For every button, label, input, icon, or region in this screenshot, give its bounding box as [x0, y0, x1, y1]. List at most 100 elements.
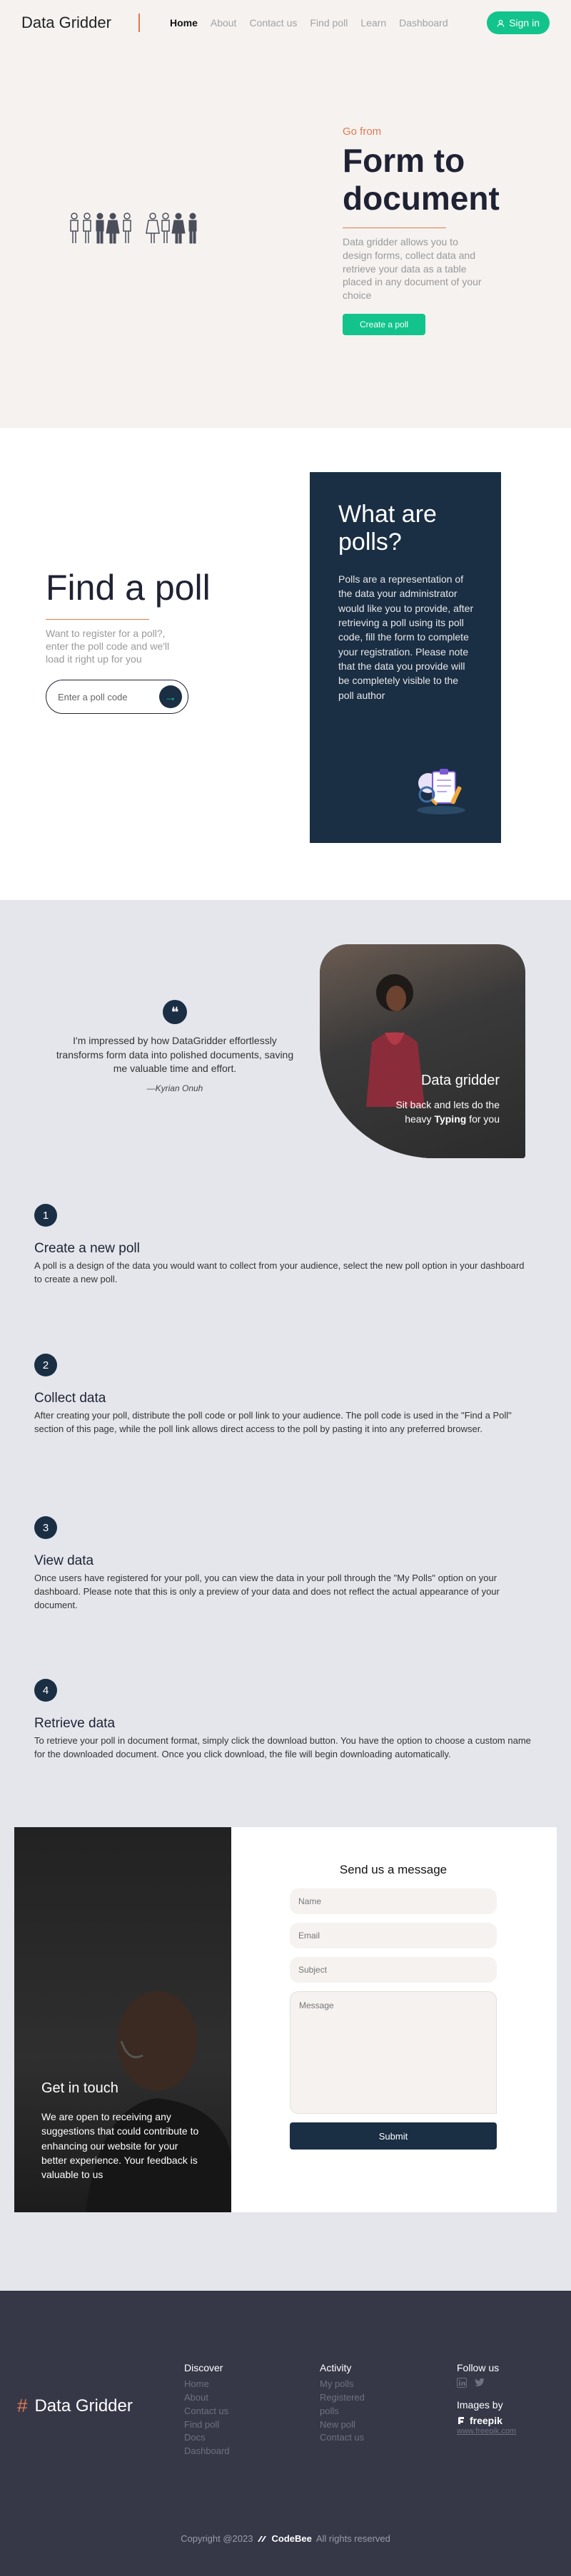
step-text: To retrieve your poll in document format… — [34, 1735, 531, 1759]
name-field[interactable]: Name — [290, 1888, 497, 1914]
message-field[interactable]: Message — [290, 1991, 497, 2114]
testimonial-author: —Kyrian Onuh — [146, 1083, 203, 1093]
user-icon — [497, 19, 505, 27]
contact-card: Get in touch We are open to receiving an… — [14, 1827, 557, 2212]
hash-logo-icon: # — [17, 2395, 28, 2416]
step-title: Collect data — [34, 1391, 106, 1406]
freepik-link[interactable]: www.freepik.com — [457, 2426, 516, 2438]
signin-label: Sign in — [509, 17, 540, 29]
subject-field[interactable]: Subject — [290, 1957, 497, 1983]
quote-icon: ❝ — [163, 1000, 187, 1024]
footer-link-registered-polls[interactable]: Registered polls — [320, 2391, 377, 2418]
footer-brand[interactable]: # Data Gridder — [17, 2395, 133, 2417]
footer-link-my-polls[interactable]: My polls — [320, 2378, 377, 2391]
navbar: Data Gridder Home About Contact us Find … — [0, 0, 571, 46]
arrow-right-icon[interactable]: → — [159, 685, 182, 709]
footer-discover: Discover Home About Contact us Find poll… — [184, 2362, 230, 2458]
contact-image-text: Get in touch We are open to receiving an… — [41, 2080, 206, 2182]
document-illustration-icon — [413, 766, 470, 821]
footer-activity: Activity My polls Registered polls New p… — [320, 2362, 377, 2445]
copyright: Copyright @2023 CodeBee All rights reser… — [0, 2533, 571, 2544]
form-title: Send us a message — [339, 1863, 448, 1876]
contact-image: Get in touch We are open to receiving an… — [14, 1827, 231, 2212]
nav-find-poll[interactable]: Find poll — [310, 17, 348, 29]
find-poll-description: Want to register for a poll?, enter the … — [46, 627, 170, 665]
nav-dashboard[interactable]: Dashboard — [399, 17, 448, 29]
step-text: After creating your poll, distribute the… — [34, 1410, 512, 1434]
data-gridder-photo-card: Data gridder Sit back and lets do the he… — [320, 944, 525, 1158]
nav-contact[interactable]: Contact us — [249, 17, 297, 29]
testimonial: ❝ I'm impressed by how DataGridder effor… — [50, 1000, 300, 1093]
step-number: 3 — [34, 1516, 57, 1539]
hero-title: Form to document — [343, 142, 500, 217]
contact-form: Send us a message Name Email Subject Mes… — [290, 1863, 497, 2150]
step-collect-data: 2 Collect data After creating your poll,… — [34, 1354, 534, 1436]
linkedin-icon[interactable] — [457, 2378, 467, 2388]
images-by-label: Images by — [457, 2399, 503, 2411]
follow-title: Follow us — [457, 2362, 500, 2373]
nav-learn[interactable]: Learn — [360, 17, 386, 29]
step-view-data: 3 View data Once users have registered f… — [34, 1516, 534, 1612]
twitter-icon[interactable] — [474, 2378, 485, 2388]
copyright-text: Copyright @2023 — [181, 2533, 253, 2544]
footer: # Data Gridder Discover Home About Conta… — [0, 2291, 571, 2576]
find-poll-panel: Find a poll Want to register for a poll?… — [46, 568, 217, 715]
step-title: View data — [34, 1553, 94, 1568]
rights-text: All rights reserved — [315, 2533, 390, 2544]
find-poll-section: Find a poll Want to register for a poll?… — [0, 428, 571, 900]
poll-code-input[interactable]: Enter a poll code → — [46, 680, 188, 715]
step-text: Once users have registered for your poll… — [34, 1573, 500, 1610]
find-poll-title: Find a poll — [46, 568, 211, 608]
get-in-touch-title: Get in touch — [41, 2080, 118, 2096]
hero-eyebrow: Go from — [343, 126, 382, 138]
codebee-name[interactable]: CodeBee — [271, 2533, 311, 2544]
step-create-poll: 1 Create a new poll A poll is a design o… — [34, 1204, 534, 1287]
footer-link-docs[interactable]: Docs — [184, 2431, 230, 2445]
photo-card-text: Data gridder Sit back and lets do the he… — [378, 1073, 500, 1127]
footer-link-contact[interactable]: Contact us — [184, 2405, 230, 2418]
hero-section: Go from Form to document Data gridder al… — [0, 46, 571, 428]
discover-title: Discover — [184, 2362, 223, 2373]
step-number: 1 — [34, 1204, 57, 1227]
how-it-works-section: ❝ I'm impressed by how DataGridder effor… — [0, 900, 571, 1827]
nav-home[interactable]: Home — [170, 17, 198, 29]
email-field[interactable]: Email — [290, 1923, 497, 1948]
step-number: 4 — [34, 1679, 57, 1702]
codebee-logo-icon — [258, 2535, 267, 2542]
footer-brand-name: Data Gridder — [34, 2396, 133, 2416]
social-links — [457, 2378, 516, 2388]
activity-title: Activity — [320, 2362, 352, 2373]
nav-links: Home About Contact us Find poll Learn Da… — [170, 17, 487, 29]
freepik-icon — [458, 2417, 464, 2424]
create-poll-button[interactable]: Create a poll — [343, 314, 426, 336]
nav-about[interactable]: About — [211, 17, 237, 29]
contact-section: Get in touch We are open to receiving an… — [0, 1827, 571, 2291]
polls-card-title: What are polls? — [338, 501, 437, 556]
hero-description: Data gridder allows you to design forms,… — [343, 235, 482, 302]
get-in-touch-text: We are open to receiving any suggestions… — [41, 2111, 199, 2181]
testimonial-quote: I'm impressed by how DataGridder effortl… — [56, 1035, 294, 1075]
footer-link-about[interactable]: About — [184, 2391, 230, 2405]
people-illustration-icon — [70, 213, 220, 244]
what-are-polls-card: What are polls? Polls are a representati… — [310, 472, 501, 843]
footer-link-contact-us[interactable]: Contact us — [320, 2431, 377, 2445]
step-number: 2 — [34, 1354, 57, 1376]
photo-card-title: Data gridder — [420, 1073, 500, 1088]
polls-card-text: Polls are a representation of the data y… — [338, 573, 474, 701]
footer-link-new-poll[interactable]: New poll — [320, 2418, 377, 2432]
signin-button[interactable]: Sign in — [487, 11, 550, 34]
brand-logo[interactable]: Data Gridder — [21, 14, 111, 32]
step-title: Create a new poll — [34, 1241, 140, 1256]
footer-link-dashboard[interactable]: Dashboard — [184, 2445, 230, 2458]
find-divider — [46, 618, 149, 620]
footer-link-home[interactable]: Home — [184, 2378, 230, 2391]
footer-link-find-poll[interactable]: Find poll — [184, 2418, 230, 2432]
hero-text: Go from Form to document Data gridder al… — [343, 126, 514, 336]
footer-follow: Follow us Images by freepik www.freepik.… — [457, 2362, 516, 2438]
step-title: Retrieve data — [34, 1716, 116, 1731]
step-retrieve-data: 4 Retrieve data To retrieve your poll in… — [34, 1679, 534, 1762]
poll-code-placeholder: Enter a poll code — [58, 691, 128, 702]
freepik-logo[interactable]: freepik — [457, 2415, 516, 2426]
submit-button[interactable]: Submit — [290, 2122, 497, 2150]
step-text: A poll is a design of the data you would… — [34, 1260, 525, 1284]
